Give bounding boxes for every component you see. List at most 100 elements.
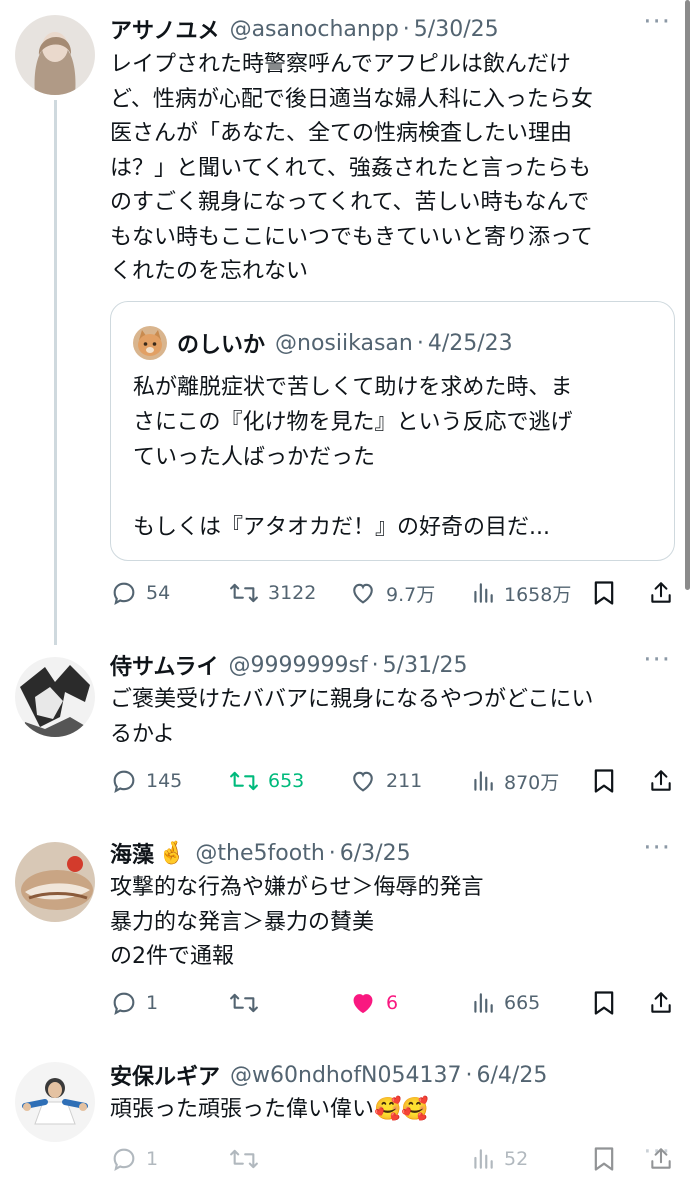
tweet-header: 侍サムライ @9999999sf · 5/31/25 [110, 649, 468, 681]
reply-count: 145 [146, 770, 183, 792]
like-count: 211 [386, 770, 423, 792]
tweet-text: ご褒美受けたババアに親身になるやつがどこにい るかよ [110, 687, 594, 747]
share-button[interactable] [648, 578, 674, 608]
display-name[interactable]: 侍サムライ [110, 649, 218, 681]
user-handle[interactable]: @the5footh [195, 841, 324, 866]
quoted-avatar [133, 326, 167, 360]
reply-count: 54 [146, 582, 171, 604]
bookmark-button[interactable] [592, 988, 616, 1018]
tweet-reply[interactable]: 侍サムライ @9999999sf · 5/31/25 ··· ご褒美受けたババア… [0, 640, 693, 820]
tweet-date[interactable]: 6/3/25 [340, 841, 411, 866]
like-icon [353, 583, 373, 604]
quoted-tweet-date: 4/25/23 [427, 330, 513, 356]
tweet-actions: 1 52 [110, 1144, 675, 1174]
repost-button[interactable]: 3122 [228, 578, 316, 608]
tweet-date[interactable]: 6/4/25 [477, 1063, 548, 1088]
avatar[interactable] [15, 657, 95, 737]
reply-icon [113, 582, 135, 605]
views-count: 52 [504, 1148, 529, 1170]
repost-count: 653 [268, 770, 305, 792]
reply-button[interactable]: 145 [110, 766, 182, 796]
quoted-tweet[interactable]: のしいか @nosiikasan · 4/25/23 私が離脱症状で苦しくて助け… [110, 301, 675, 561]
reply-count: 1 [146, 1148, 159, 1170]
repost-icon [230, 771, 258, 791]
user-handle[interactable]: @asanochanpp [230, 17, 399, 42]
tweet-header: 海藻 🤞 @the5footh · 6/3/25 [110, 837, 411, 869]
tweet-actions: 145 653 211 870万 [110, 766, 675, 796]
reply-count: 1 [146, 992, 159, 1014]
reply-button[interactable]: 1 [110, 988, 158, 1018]
tweet-actions: 54 3122 9.7万 1658万 [110, 578, 675, 608]
separator-dot: · [465, 1062, 473, 1088]
quoted-display-name: のしいか [177, 333, 266, 358]
tweet-text: レイプされた時警察呼んでアフピルは飲んだけ ど、性病が心配で後日適当な婦人科に入… [110, 52, 593, 284]
views-icon [474, 583, 493, 603]
views-button[interactable]: 52 [470, 1144, 528, 1174]
tweet-reply[interactable]: 安保ルギア @w60ndhofN054137 · 6/4/25 頑張った頑張った… [0, 1050, 693, 1200]
avatar[interactable] [15, 842, 95, 922]
tweet-text: 頑張った頑張った偉い偉い🥰🥰 [110, 1097, 429, 1122]
display-name[interactable]: 安保ルギア [110, 1059, 220, 1091]
bookmark-button[interactable] [592, 1144, 616, 1174]
reply-icon [113, 1148, 135, 1171]
like-button[interactable]: 9.7万 [348, 578, 435, 608]
avatar[interactable] [15, 15, 95, 95]
more-icon[interactable]: ··· [643, 647, 671, 673]
quoted-tweet-header: のしいか @nosiikasan · 4/25/23 [133, 326, 513, 360]
more-icon[interactable]: ··· [643, 1139, 671, 1165]
crossed-fingers-emoji: 🤞 [158, 840, 186, 866]
repost-button[interactable] [228, 1144, 260, 1174]
share-icon [651, 770, 671, 791]
views-icon [474, 1149, 493, 1169]
repost-icon [230, 993, 258, 1013]
views-icon [474, 771, 493, 791]
like-button[interactable]: 6 [348, 988, 398, 1018]
repost-icon [230, 583, 258, 603]
bookmark-icon [594, 581, 614, 605]
display-name[interactable]: アサノユメ [110, 13, 220, 45]
share-icon [651, 992, 671, 1013]
separator-dot: · [371, 652, 379, 678]
reply-icon [113, 770, 135, 793]
bookmark-button[interactable] [592, 766, 616, 796]
separator-dot: · [402, 16, 410, 42]
tweet-reply[interactable]: 海藻 🤞 @the5footh · 6/3/25 ··· 攻撃的な行為や嫌がらせ… [0, 830, 693, 1045]
more-icon[interactable]: ··· [643, 835, 671, 861]
share-button[interactable] [648, 988, 674, 1018]
tweet-date[interactable]: 5/30/25 [414, 17, 499, 42]
like-count: 9.7万 [386, 583, 436, 606]
views-button[interactable]: 870万 [470, 766, 559, 796]
views-button[interactable]: 665 [470, 988, 540, 1018]
share-button[interactable] [648, 766, 674, 796]
avatar[interactable] [15, 1062, 95, 1142]
repost-button[interactable] [228, 988, 260, 1018]
more-icon[interactable]: ··· [643, 9, 671, 35]
views-count: 665 [504, 992, 541, 1014]
repost-count: 3122 [268, 582, 317, 604]
tweet-date[interactable]: 5/31/25 [383, 653, 468, 678]
repost-icon [230, 1149, 258, 1169]
bookmark-icon [594, 769, 614, 793]
views-button[interactable]: 1658万 [470, 578, 571, 608]
user-handle[interactable]: @w60ndhofN054137 [230, 1063, 461, 1088]
tweet-main[interactable]: アサノユメ @asanochanpp · 5/30/25 ··· レイプされた時… [0, 0, 693, 640]
views-count: 1658万 [504, 583, 572, 606]
repost-button[interactable]: 653 [228, 766, 304, 796]
user-handle[interactable]: @9999999sf [228, 653, 367, 678]
like-icon [353, 771, 373, 792]
reply-icon [113, 992, 135, 1015]
like-button[interactable]: 211 [348, 766, 422, 796]
quoted-user-handle: @nosiikasan [275, 330, 413, 356]
bookmark-button[interactable] [592, 578, 616, 608]
share-icon [651, 582, 671, 603]
separator-dot: · [328, 840, 336, 866]
reply-button[interactable]: 1 [110, 1144, 158, 1174]
like-count: 6 [386, 992, 399, 1014]
views-count: 870万 [504, 771, 560, 794]
display-name[interactable]: 海藻 [110, 837, 154, 869]
like-icon [353, 994, 373, 1014]
tweet-header: アサノユメ @asanochanpp · 5/30/25 [110, 13, 499, 45]
reply-button[interactable]: 54 [110, 578, 170, 608]
separator-dot: · [416, 330, 424, 356]
bookmark-icon [594, 991, 614, 1015]
